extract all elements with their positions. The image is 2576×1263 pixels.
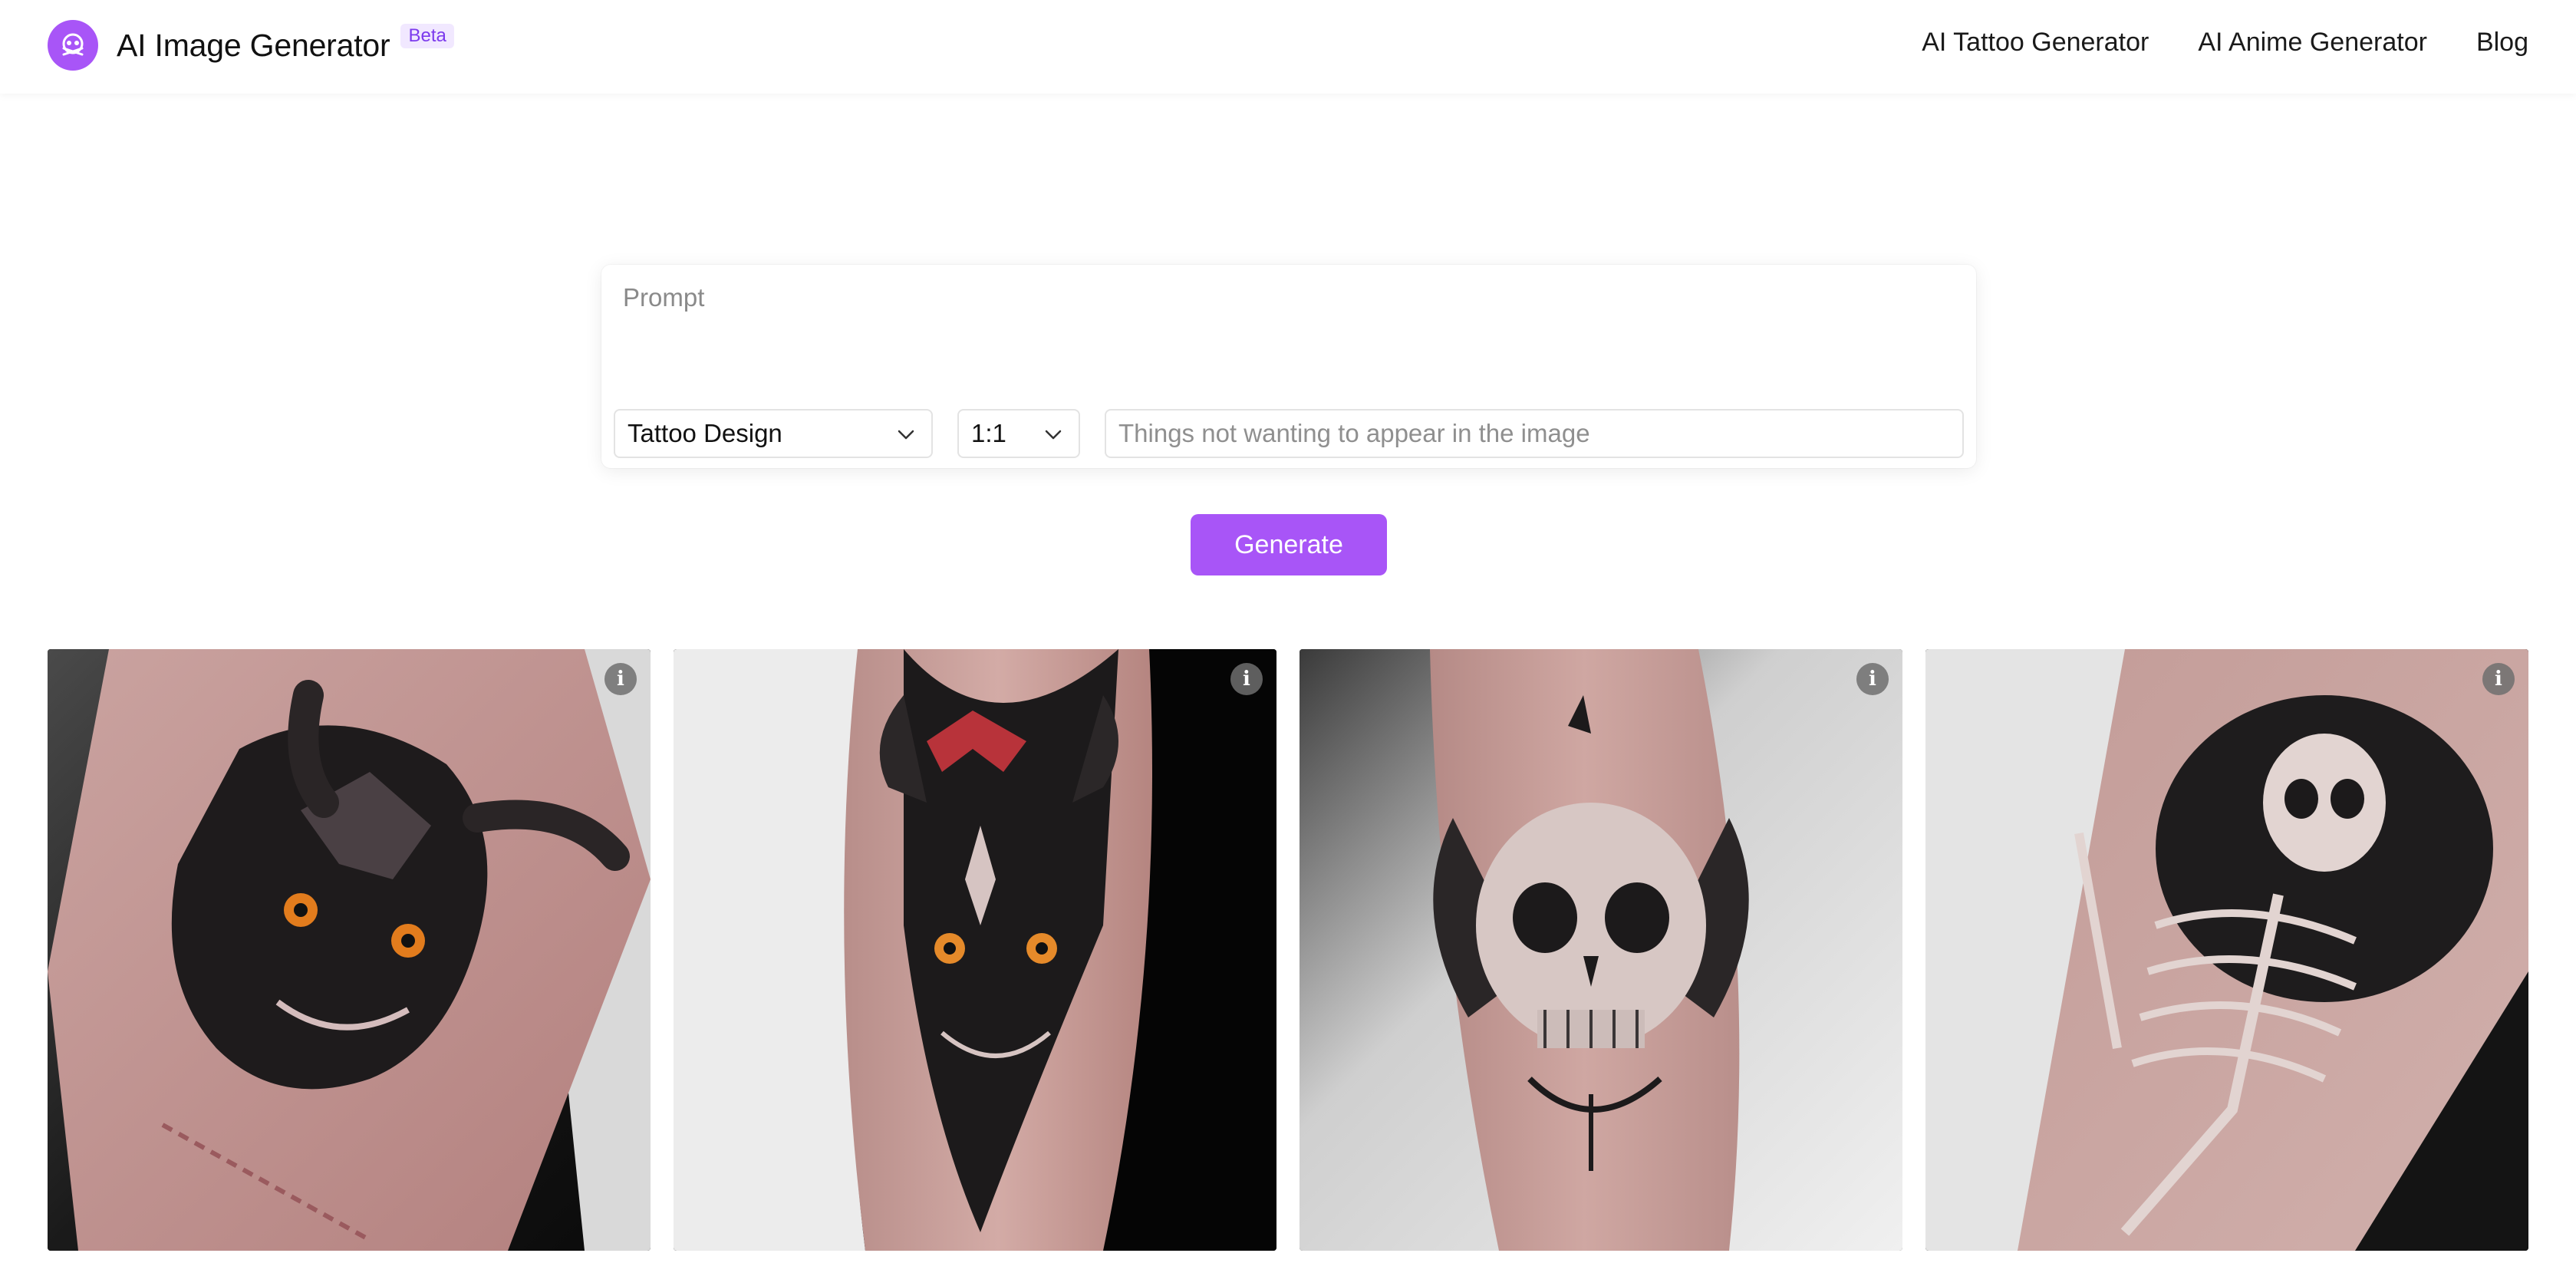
info-icon[interactable]: i	[1856, 663, 1889, 695]
nav-blog[interactable]: Blog	[2476, 28, 2528, 58]
brand-title[interactable]: AI Image Generator	[117, 28, 390, 64]
style-select[interactable]: Tattoo Design	[614, 409, 933, 458]
gallery-image-skeleton-tattoo[interactable]: i	[1925, 649, 2528, 1251]
negative-prompt-input[interactable]	[1105, 409, 1964, 458]
info-icon[interactable]: i	[1230, 663, 1263, 695]
prompt-input[interactable]	[623, 283, 1950, 375]
skull-logo-icon[interactable]	[48, 20, 98, 71]
info-icon[interactable]: i	[2482, 663, 2515, 695]
brand[interactable]: AI Image Generator Beta	[48, 20, 454, 71]
demon-mask-tattoo-image	[674, 649, 1276, 1251]
gallery-image-skull-tattoo[interactable]: i	[1300, 649, 1902, 1251]
image-gallery: i i i i	[48, 649, 2530, 1251]
nav-ai-tattoo-generator[interactable]: AI Tattoo Generator	[1922, 28, 2149, 58]
main-nav: AI Tattoo Generator AI Anime Generator B…	[1922, 28, 2528, 58]
prompt-card: Tattoo Design 1:1	[601, 265, 1976, 468]
chevron-down-icon	[1045, 430, 1062, 440]
demon-tattoo-image	[48, 649, 651, 1251]
gallery-image-demon-tattoo[interactable]: i	[48, 649, 651, 1251]
aspect-ratio-select[interactable]: 1:1	[957, 409, 1080, 458]
beta-badge: Beta	[400, 24, 454, 48]
style-select-value: Tattoo Design	[628, 419, 782, 447]
aspect-ratio-value: 1:1	[971, 419, 1006, 447]
generate-button[interactable]: Generate	[1191, 514, 1387, 575]
top-navbar: AI Image Generator Beta AI Tattoo Genera…	[0, 0, 2576, 94]
gallery-image-demon-mask-tattoo[interactable]: i	[674, 649, 1276, 1251]
skull-tattoo-image	[1300, 649, 1902, 1251]
chevron-down-icon	[898, 430, 914, 440]
skeleton-tattoo-image	[1925, 649, 2528, 1251]
nav-ai-anime-generator[interactable]: AI Anime Generator	[2198, 28, 2427, 58]
info-icon[interactable]: i	[604, 663, 637, 695]
